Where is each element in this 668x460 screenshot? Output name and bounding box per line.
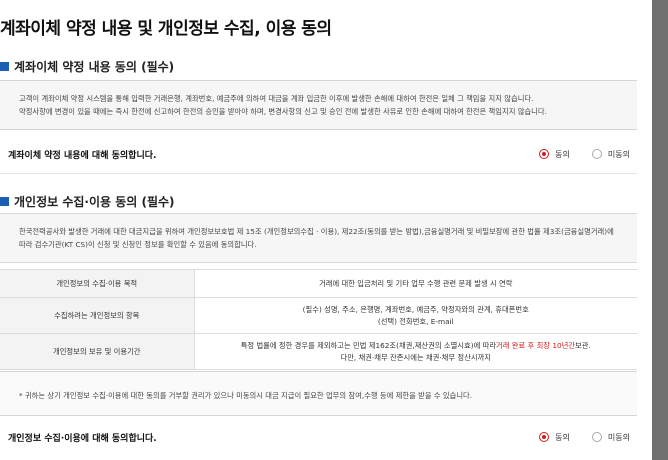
transfer-agree-label: 계좌이체 약정 내용에 대해 동의합니다. bbox=[8, 150, 157, 161]
transfer-radio-group: 동의 미동의 bbox=[517, 149, 630, 160]
table-value-cell: (필수) 성명, 주소, 은행명, 계좌번호, 예금주, 약정자와의 관계, 휴… bbox=[194, 297, 637, 334]
section-title-text: 계좌이체 약정 내용 동의 (필수) bbox=[14, 60, 175, 74]
section-title-transfer: 계좌이체 약정 내용 동의 (필수) bbox=[0, 58, 174, 75]
refusal-notice: * 귀하는 상기 개인정보 수집·이용에 대한 동의를 거부할 권리가 있으나 … bbox=[0, 371, 637, 416]
radio-label: 미동의 bbox=[607, 149, 630, 159]
retention-highlight: 거래 완료 후 최장 10년간 bbox=[496, 340, 576, 350]
terms-line: 따라 검수기관(KT CS)이 신청 및 신청인 정보를 확인할 수 있음에 동… bbox=[19, 240, 257, 249]
table-header-cell: 수집하려는 개인정보의 항목 bbox=[0, 297, 195, 334]
table-value-line: (선택) 전화번호, E-mail bbox=[377, 316, 454, 326]
transfer-terms-box: 고객이 계좌이체 약정 시스템을 통해 입력한 거래은행, 계좌번호, 예금주에… bbox=[0, 80, 637, 130]
terms-line: 약정사항에 변경이 있을 때에는 즉시 한전에 신고하여 한전의 승인을 받아야… bbox=[19, 107, 547, 116]
table-value-cell: 거래에 대한 입금처리 및 기타 업무 수행 관련 문제 발생 시 연락 bbox=[194, 269, 637, 298]
transfer-agree-row: 계좌이체 약정 내용에 대해 동의합니다. 동의 미동의 bbox=[0, 139, 652, 169]
radio-label: 동의 bbox=[555, 149, 570, 159]
radio-unchecked-icon[interactable] bbox=[591, 432, 602, 442]
radio-label: 동의 bbox=[555, 432, 570, 442]
terms-line: 고객이 계좌이체 약정 시스템을 통해 입력한 거래은행, 계좌번호, 예금주에… bbox=[19, 94, 534, 103]
privacy-radio-group: 동의 미동의 bbox=[517, 432, 630, 443]
radio-checked-icon[interactable] bbox=[539, 149, 550, 159]
section-bullet-icon bbox=[0, 62, 9, 71]
privacy-disagree-radio[interactable]: 미동의 bbox=[591, 432, 630, 443]
radio-checked-icon[interactable] bbox=[539, 432, 550, 442]
table-row: 수집하려는 개인정보의 항목 (필수) 성명, 주소, 은행명, 계좌번호, 예… bbox=[0, 297, 637, 334]
retention-text: 보관. bbox=[575, 340, 591, 350]
retention-text: 특정 법률에 정한 경우를 제외하고는 민법 제162조(채권,재산권의 소멸시… bbox=[240, 340, 497, 350]
section-bullet-icon bbox=[0, 197, 9, 206]
section-title-text: 개인정보 수집·이용 동의 (필수) bbox=[14, 195, 175, 209]
table-value-line: (필수) 성명, 주소, 은행명, 계좌번호, 예금주, 약정자와의 관계, 휴… bbox=[302, 304, 529, 314]
transfer-disagree-radio[interactable]: 미동의 bbox=[591, 149, 630, 160]
terms-line: 한국전력공사와 발생한 거래에 대한 대금지급을 위하여 개인정보보호법 제 1… bbox=[19, 227, 614, 236]
table-row: 개인정보의 보유 및 이용기간 특정 법률에 정한 경우를 제외하고는 민법 제… bbox=[0, 333, 638, 370]
privacy-terms-box: 한국전력공사와 발생한 거래에 대한 대금지급을 위하여 개인정보보호법 제 1… bbox=[0, 213, 637, 263]
table-header-cell: 개인정보의 수집·이용 목적 bbox=[0, 269, 195, 298]
privacy-agree-radio[interactable]: 동의 bbox=[539, 432, 570, 443]
radio-label: 미동의 bbox=[607, 432, 630, 442]
section-title-privacy: 개인정보 수집·이용 동의 (필수) bbox=[0, 193, 175, 210]
table-header-cell: 개인정보의 보유 및 이용기간 bbox=[0, 333, 195, 370]
page-title: 계좌이체 약정 내용 및 개인정보 수집, 이용 동의 bbox=[0, 19, 332, 39]
divider bbox=[0, 173, 637, 174]
table-value-line: 다만, 채권·채무 잔존시에는 채권·채무 정산시까지 bbox=[340, 352, 492, 362]
consent-panel: 계좌이체 약정 내용 및 개인정보 수집, 이용 동의 계좌이체 약정 내용 동… bbox=[0, 0, 652, 460]
privacy-agree-label: 개인정보 수집·이용에 대해 동의합니다. bbox=[8, 433, 157, 444]
table-value-cell: 특정 법률에 정한 경우를 제외하고는 민법 제162조(채권,재산권의 소멸시… bbox=[194, 333, 638, 370]
transfer-agree-radio[interactable]: 동의 bbox=[539, 149, 570, 160]
table-value-line: 특정 법률에 정한 경우를 제외하고는 민법 제162조(채권,재산권의 소멸시… bbox=[195, 340, 638, 352]
privacy-agree-row: 개인정보 수집·이용에 대해 동의합니다. 동의 미동의 bbox=[0, 422, 652, 452]
table-row: 개인정보의 수집·이용 목적 거래에 대한 입금처리 및 기타 업무 수행 관련… bbox=[0, 269, 637, 298]
radio-unchecked-icon[interactable] bbox=[591, 149, 602, 159]
privacy-info-table: 개인정보의 수집·이용 목적 거래에 대한 입금처리 및 기타 업무 수행 관련… bbox=[0, 269, 637, 370]
